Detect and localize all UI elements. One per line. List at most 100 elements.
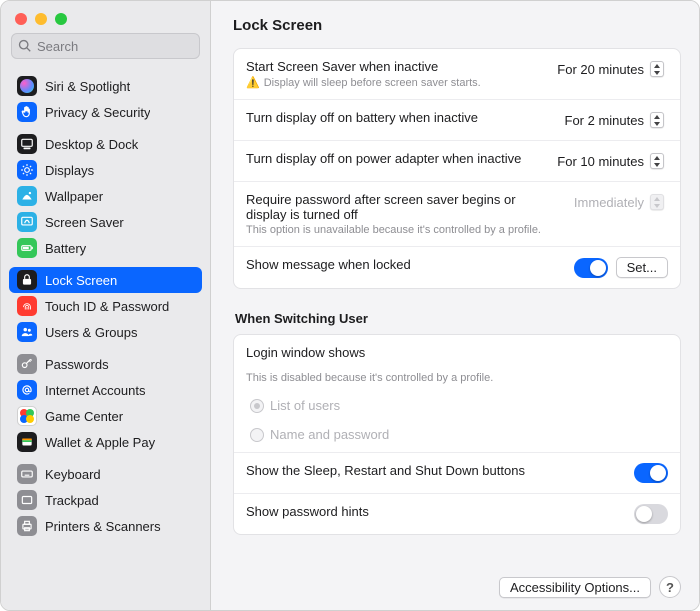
row-show-hints: Show password hints — [234, 494, 680, 534]
display-power-popup[interactable]: For 10 minutes — [549, 151, 668, 171]
footer: Accessibility Options... ? — [233, 568, 681, 598]
sidebar-item-users-groups[interactable]: Users & Groups — [9, 319, 202, 345]
touchid-icon — [17, 296, 37, 316]
sidebar-item-screen-saver[interactable]: Screen Saver — [9, 209, 202, 235]
set-message-button[interactable]: Set... — [616, 257, 668, 278]
radio-icon — [250, 399, 264, 413]
sidebar: Search Siri & Spotlight Privacy & Securit… — [1, 1, 211, 610]
require-password-note: This option is unavailable because it's … — [246, 224, 556, 236]
login-window-note: This is disabled because it's controlled… — [246, 372, 668, 384]
at-icon — [17, 380, 37, 400]
sidebar-item-label: Printers & Scanners — [45, 519, 161, 534]
sidebar-item-label: Passwords — [45, 357, 109, 372]
sidebar-item-label: Users & Groups — [45, 325, 137, 340]
stepper-icon — [650, 112, 664, 128]
sidebar-item-label: Wallpaper — [45, 189, 103, 204]
row-show-message: Show message when locked Set... — [234, 247, 680, 288]
row-require-password: Require password after screen saver begi… — [234, 182, 680, 247]
hand-icon — [17, 102, 37, 122]
dock-icon — [17, 134, 37, 154]
sidebar-nav: Siri & Spotlight Privacy & Security Deskto… — [1, 67, 210, 610]
sidebar-item-touch-id[interactable]: Touch ID & Password — [9, 293, 202, 319]
search-input[interactable]: Search — [11, 33, 200, 59]
system-settings-window: Search Siri & Spotlight Privacy & Securit… — [0, 0, 700, 611]
trackpad-icon — [17, 490, 37, 510]
sidebar-item-wallet[interactable]: Wallet & Apple Pay — [9, 429, 202, 455]
siri-icon — [17, 76, 37, 96]
radio-icon — [250, 428, 264, 442]
printer-icon — [17, 516, 37, 536]
sidebar-item-printers[interactable]: Printers & Scanners — [9, 513, 202, 539]
users-icon — [17, 322, 37, 342]
show-message-label: Show message when locked — [246, 257, 564, 272]
search-icon — [18, 39, 32, 53]
radio-list-of-users: List of users — [246, 398, 668, 413]
sidebar-item-internet-accounts[interactable]: Internet Accounts — [9, 377, 202, 403]
screensaver-label: Start Screen Saver when inactive — [246, 59, 539, 74]
row-screensaver: Start Screen Saver when inactive ⚠️ Disp… — [234, 49, 680, 100]
display-battery-popup[interactable]: For 2 minutes — [557, 110, 668, 130]
row-login-window: Login window shows This is disabled beca… — [234, 335, 680, 453]
screensaver-icon — [17, 212, 37, 232]
show-message-toggle[interactable] — [574, 258, 608, 278]
sidebar-item-label: Screen Saver — [45, 215, 124, 230]
search-placeholder: Search — [37, 39, 78, 54]
display-power-label: Turn display off on power adapter when i… — [246, 151, 539, 166]
show-buttons-label: Show the Sleep, Restart and Shut Down bu… — [246, 463, 525, 478]
sidebar-item-label: Lock Screen — [45, 273, 117, 288]
row-show-buttons: Show the Sleep, Restart and Shut Down bu… — [234, 453, 680, 494]
sidebar-item-desktop-dock[interactable]: Desktop & Dock — [9, 131, 202, 157]
lock-screen-panel: Start Screen Saver when inactive ⚠️ Disp… — [233, 48, 681, 289]
sidebar-item-label: Siri & Spotlight — [45, 79, 130, 94]
switching-user-panel: Login window shows This is disabled beca… — [233, 334, 681, 535]
minimize-window-button[interactable] — [35, 13, 47, 25]
lock-icon — [17, 270, 37, 290]
show-hints-toggle[interactable] — [634, 504, 668, 524]
sidebar-item-wallpaper[interactable]: Wallpaper — [9, 183, 202, 209]
accessibility-options-button[interactable]: Accessibility Options... — [499, 577, 651, 598]
warning-icon: ⚠️ — [246, 76, 260, 89]
page-title: Lock Screen — [233, 17, 681, 34]
require-password-label: Require password after screen saver begi… — [246, 192, 556, 222]
zoom-window-button[interactable] — [55, 13, 67, 25]
sidebar-item-displays[interactable]: Displays — [9, 157, 202, 183]
stepper-icon — [650, 61, 664, 77]
sidebar-item-keyboard[interactable]: Keyboard — [9, 461, 202, 487]
sidebar-item-label: Displays — [45, 163, 94, 178]
row-display-battery: Turn display off on battery when inactiv… — [234, 100, 680, 141]
help-button[interactable]: ? — [659, 576, 681, 598]
sidebar-item-label: Game Center — [45, 409, 123, 424]
key-icon — [17, 354, 37, 374]
gamecenter-icon — [17, 406, 37, 426]
close-window-button[interactable] — [15, 13, 27, 25]
stepper-icon — [650, 194, 664, 210]
row-display-power: Turn display off on power adapter when i… — [234, 141, 680, 182]
radio-name-password: Name and password — [246, 427, 668, 442]
sidebar-item-game-center[interactable]: Game Center — [9, 403, 202, 429]
sidebar-item-label: Touch ID & Password — [45, 299, 169, 314]
sidebar-item-trackpad[interactable]: Trackpad — [9, 487, 202, 513]
content-pane: Lock Screen Start Screen Saver when inac… — [211, 1, 699, 610]
login-window-label: Login window shows — [246, 345, 668, 360]
sidebar-item-label: Trackpad — [45, 493, 99, 508]
sidebar-item-passwords[interactable]: Passwords — [9, 351, 202, 377]
stepper-icon — [650, 153, 664, 169]
sidebar-item-privacy-security[interactable]: Privacy & Security — [9, 99, 202, 125]
screensaver-popup[interactable]: For 20 minutes — [549, 59, 668, 79]
wallet-icon — [17, 432, 37, 452]
sidebar-item-lock-screen[interactable]: Lock Screen — [9, 267, 202, 293]
sidebar-item-label: Keyboard — [45, 467, 101, 482]
sidebar-item-label: Wallet & Apple Pay — [45, 435, 155, 450]
sidebar-item-label: Privacy & Security — [45, 105, 150, 120]
screensaver-warning: ⚠️ Display will sleep before screen save… — [246, 76, 539, 89]
sidebar-item-siri-spotlight[interactable]: Siri & Spotlight — [9, 73, 202, 99]
sidebar-item-label: Battery — [45, 241, 86, 256]
display-battery-label: Turn display off on battery when inactiv… — [246, 110, 547, 125]
wallpaper-icon — [17, 186, 37, 206]
require-password-popup: Immediately — [566, 192, 668, 212]
switching-user-heading: When Switching User — [235, 311, 681, 326]
sidebar-item-label: Internet Accounts — [45, 383, 145, 398]
battery-icon — [17, 238, 37, 258]
sidebar-item-battery[interactable]: Battery — [9, 235, 202, 261]
show-buttons-toggle[interactable] — [634, 463, 668, 483]
